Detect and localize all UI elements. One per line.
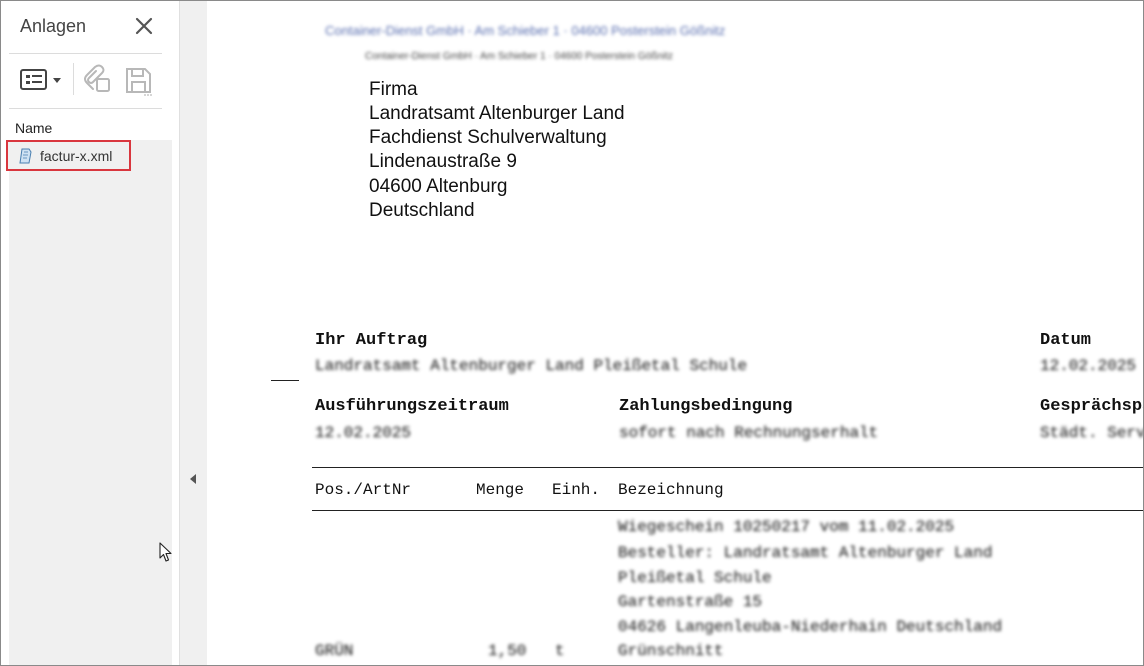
chevron-left-icon [190,474,196,484]
contact-value: Städt. Service [1040,424,1143,442]
address-line: Deutschland [369,200,475,221]
sender-line-small: Container-Dienst GmbH · Am Schieber 1 · … [365,51,673,62]
close-icon [135,17,153,35]
date-value: 12.02.2025 [1040,357,1137,375]
address-line: 04600 Altenburg [369,176,508,197]
item-pos: GRÜN [315,642,354,660]
attachment-name: factur-x.xml [40,147,113,164]
payment-label: Zahlungsbedingung [619,397,793,416]
item-qty: 1,50 [488,642,527,660]
attachments-window: Anlagen Name factur-x.xml Container-Dien… [0,0,1144,666]
order-value: Landratsamt Altenburger Land Pleißetal S… [315,357,748,375]
attachment-item[interactable]: factur-x.xml [6,140,131,171]
item-line: Besteller: Landratsamt Altenburger Land [618,544,993,562]
table-header-unit: Einh. [552,481,601,499]
column-header-name[interactable]: Name [15,120,52,136]
divider [9,108,162,109]
panel-splitter[interactable] [179,1,207,665]
close-panel-button[interactable] [133,15,155,37]
attach-file-button[interactable] [81,63,113,95]
address-line: Landratsamt Altenburger Land [369,103,625,124]
date-label: Datum [1040,331,1092,350]
item-line: Pleißetal Schule [618,569,772,587]
table-header-qty: Menge [476,481,525,499]
table-rule [312,467,1143,468]
panel-title: Anlagen [20,16,87,36]
table-rule [312,510,1143,511]
address-line: Fachdienst Schulverwaltung [369,127,607,148]
view-options-button[interactable] [19,67,63,93]
save-icon [126,68,152,96]
attach-icon [84,64,110,92]
collapse-panel-button[interactable] [187,471,199,487]
mouse-cursor-icon [159,542,172,562]
table-header-description: Bezeichnung [618,481,724,499]
save-attachment-button[interactable] [123,65,155,97]
address-line: Firma [369,79,418,100]
divider [9,53,162,54]
attachments-panel: Anlagen Name factur-x.xml [1,1,172,665]
item-line: Wiegeschein 10250217 vom 11.02.2025 [618,518,955,536]
file-icon [19,148,32,163]
period-value: 12.02.2025 [315,424,412,442]
payment-value: sofort nach Rechnungserhalt [619,424,879,442]
order-label: Ihr Auftrag [315,331,428,350]
item-line: Grünschnitt [618,642,724,660]
contact-label: Gesprächspartner [1040,397,1143,416]
table-header-pos: Pos./ArtNr [315,481,412,499]
item-line: 04626 Langenleuba-Niederhain Deutschland [618,618,1003,636]
item-line: Gartenstraße 15 [618,593,763,611]
attachment-list [9,140,172,665]
period-label: Ausführungszeitraum [315,397,509,416]
address-line: Lindenaustraße 9 [369,151,517,172]
fold-mark [271,380,299,381]
item-unit: t [555,642,565,660]
list-view-icon [20,69,61,90]
toolbar-separator [73,63,74,95]
document-page: Container-Dienst GmbH · Am Schieber 1 · … [207,1,1143,665]
sender-line: Container-Dienst GmbH · Am Schieber 1 · … [325,23,726,38]
